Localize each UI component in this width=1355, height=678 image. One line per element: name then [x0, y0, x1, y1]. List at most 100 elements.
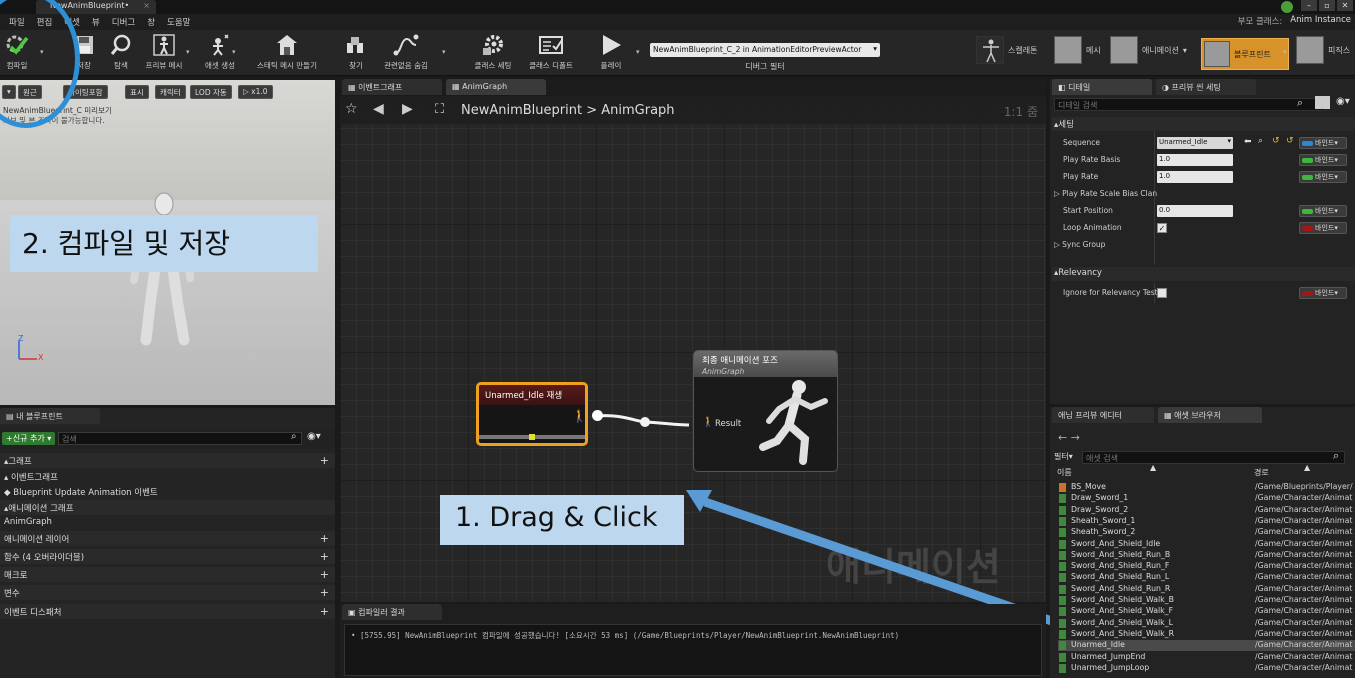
add-variable-icon[interactable]: + [320, 586, 329, 599]
play-rate-basis-input[interactable]: 1.0 [1157, 154, 1233, 166]
make-static-mesh-button[interactable]: 스태틱 메시 만들기 [252, 32, 322, 74]
pose-output-pin-icon[interactable]: 🚶 [572, 409, 587, 423]
section-animation-graphs[interactable]: ▴애니메이션 그래프 [0, 500, 335, 515]
mode-animation[interactable]: 애니메이션 ▾ [1110, 36, 1187, 64]
my-blueprint-search-input[interactable]: 검색 [58, 432, 302, 445]
add-macro-icon[interactable]: + [320, 568, 329, 581]
asset-list-item[interactable]: Sheath_Sword_2/Game/Character/Animat [1058, 527, 1355, 538]
play-rate-bind-button[interactable]: 바인드▾ [1299, 171, 1347, 183]
section-macros[interactable]: 매크로 + [0, 567, 335, 582]
property-matrix-icon[interactable] [1315, 96, 1330, 109]
tab-asset-browser[interactable]: ▦ 애셋 브라우저 [1158, 407, 1262, 423]
close-tab-icon[interactable]: × [143, 1, 150, 10]
asset-list-item[interactable]: Unarmed_Idle/Game/Character/Animat [1058, 640, 1355, 652]
tab-compiler-results[interactable]: ▣ 컴파일러 결과 [342, 604, 442, 620]
property-play-rate-scale-bias[interactable]: ▷ Play Rate Scale Bias Clan [1050, 186, 1355, 203]
section-animation-layers[interactable]: 애니메이션 레이어 + [0, 531, 335, 546]
asset-list-item[interactable]: Sword_And_Shield_Run_L/Game/Character/An… [1058, 572, 1355, 583]
ignore-relevancy-bind-button[interactable]: 바인드▾ [1299, 287, 1347, 299]
section-variables[interactable]: 변수 + [0, 585, 335, 600]
create-asset-dropdown[interactable]: ▾ [232, 48, 236, 56]
asset-list-item[interactable]: Sword_And_Shield_Walk_F/Game/Character/A… [1058, 606, 1355, 617]
play-button[interactable]: 플레이 [596, 32, 626, 74]
menu-view[interactable]: 뷰 [86, 16, 106, 28]
loop-animation-checkbox[interactable]: ✓ [1157, 223, 1167, 233]
asset-list-item[interactable]: Draw_Sword_2/Game/Character/Animat [1058, 505, 1355, 516]
parent-class-value[interactable]: Anim Instance [1290, 15, 1351, 27]
asset-list-item[interactable]: Unarmed_JumpEnd/Game/Character/Animat [1058, 652, 1355, 663]
mode-mesh[interactable]: 메시 [1054, 36, 1101, 64]
tab-event-graph[interactable]: ▦ 이벤트그래프 [342, 79, 442, 95]
tab-my-blueprint[interactable]: ▤ 내 블루프린트 [0, 408, 100, 424]
column-name-header[interactable]: 이름 [1057, 467, 1072, 478]
hide-unrelated-button[interactable]: 관련없음 숨김 [378, 32, 434, 74]
reset-default-icon-2[interactable]: ↺ [1286, 136, 1294, 146]
browse-asset-icon[interactable]: ⌕ [1258, 136, 1263, 146]
asset-list-item[interactable]: Unarmed_JumpLoop/Game/Character/Animat [1058, 663, 1355, 674]
section-event-dispatchers[interactable]: 이벤트 디스패처 + [0, 604, 335, 619]
play-options-dropdown[interactable]: ▾ [636, 48, 640, 56]
character-button[interactable]: 캐릭터 [155, 85, 186, 99]
asset-list-item[interactable]: Sheath_Sword_1/Game/Character/Animat [1058, 516, 1355, 527]
class-defaults-button[interactable]: 클래스 디폴트 [524, 32, 578, 74]
view-options-icon[interactable]: ◉▾ [307, 431, 321, 442]
source-control-icon[interactable] [1281, 1, 1293, 13]
mode-physics[interactable]: 피직스 [1296, 36, 1350, 64]
minimize-button[interactable]: – [1301, 0, 1317, 11]
add-layer-icon[interactable]: + [320, 532, 329, 545]
start-position-input[interactable]: 0.0 [1157, 205, 1233, 217]
asset-list-item[interactable]: Sword_And_Shield_Run_B/Game/Character/An… [1058, 550, 1355, 561]
play-rate-input[interactable]: 1.0 [1157, 171, 1233, 183]
tab-anim-preview-editor[interactable]: 애님 프리뷰 에디터 [1052, 407, 1154, 423]
playback-speed-button[interactable]: ▷ x1.0 [238, 85, 273, 99]
asset-list-item[interactable]: Sword_And_Shield_Walk_R/Game/Character/A… [1058, 629, 1355, 640]
section-graphs[interactable]: ▴그래프 + [0, 453, 335, 468]
list-item-animgraph[interactable]: AnimGraph [0, 515, 335, 530]
sequence-bind-button[interactable]: 바인드▾ [1299, 137, 1347, 149]
reset-default-icon[interactable]: ↺ [1272, 136, 1280, 146]
output-pin[interactable] [592, 410, 603, 421]
play-sequence-node[interactable]: Unarmed_Idle 재생 🚶 [476, 382, 588, 446]
asset-list-item[interactable]: Sword_And_Shield_Walk_L/Game/Character/A… [1058, 618, 1355, 629]
add-dispatcher-icon[interactable]: + [320, 605, 329, 618]
menu-debug[interactable]: 디버그 [106, 16, 141, 28]
view-options-icon[interactable]: ◉▾ [1336, 96, 1350, 107]
asset-list-item[interactable]: Sword_And_Shield_Run_F/Game/Character/An… [1058, 561, 1355, 572]
mode-skeleton[interactable]: 스켈레톤 [976, 36, 1037, 64]
ignore-relevancy-checkbox[interactable] [1157, 288, 1167, 298]
filter-dropdown[interactable]: 필터▾ [1054, 451, 1073, 462]
tab-details[interactable]: ◧ 디테일 [1052, 79, 1152, 95]
sequence-asset-picker[interactable]: Unarmed_Idle ▾ [1157, 137, 1233, 149]
show-button[interactable]: 표시 [125, 85, 149, 99]
back-arrow-icon[interactable]: ← [1058, 431, 1067, 444]
play-rate-basis-bind-button[interactable]: 바인드▾ [1299, 154, 1347, 166]
asset-list-item[interactable]: BS_Move/Game/Blueprints/Player/ [1058, 482, 1355, 493]
anim-graph-canvas[interactable]: ☆ ◀ ▶ ⛶ NewAnimBlueprint > AnimGraph 1:1… [340, 96, 1046, 602]
mode-blueprint[interactable]: 블루프린트 [1201, 38, 1289, 70]
asset-list-item[interactable]: Draw_Sword_1/Game/Character/Animat [1058, 493, 1355, 504]
loop-animation-bind-button[interactable]: 바인드▾ [1299, 222, 1347, 234]
forward-arrow-icon[interactable]: → [1071, 431, 1080, 444]
start-position-bind-button[interactable]: 바인드▾ [1299, 205, 1347, 217]
hide-unrelated-dropdown[interactable]: ▾ [442, 48, 446, 56]
section-functions[interactable]: 함수 (4 오버라이더블) + [0, 549, 335, 564]
add-function-icon[interactable]: + [320, 550, 329, 563]
maximize-button[interactable]: ▫ [1319, 0, 1335, 11]
asset-list-item[interactable]: Sword_And_Shield_Run_R/Game/Character/An… [1058, 584, 1355, 595]
result-pin-icon[interactable]: 🚶 [702, 417, 714, 428]
asset-list-item[interactable]: Sword_And_Shield_Idle/Game/Character/Ani… [1058, 539, 1355, 550]
property-sync-group[interactable]: ▷ Sync Group [1050, 237, 1355, 254]
preview-viewport[interactable]: ▾ 원근 라이팅포함 표시 캐릭터 LOD 자동 ▷ x1.0 NewAnimB… [0, 80, 335, 405]
use-selected-arrow-icon[interactable]: ⬅ [1244, 137, 1252, 147]
close-window-button[interactable]: ✕ [1337, 0, 1353, 11]
class-settings-button[interactable]: 클래스 세팅 [468, 32, 518, 74]
category-settings[interactable]: ▴세팅 [1052, 117, 1355, 131]
preview-mesh-button[interactable]: 프리뷰 메시 [142, 32, 186, 74]
asset-list-item[interactable]: Sword_And_Shield_Walk_B/Game/Character/A… [1058, 595, 1355, 606]
tab-preview-scene-settings[interactable]: ◑ 프리뷰 씬 세팅 [1156, 79, 1256, 95]
add-new-button[interactable]: +신규 추가 ▾ [2, 432, 56, 445]
list-item-event-graph[interactable]: ▴ 이벤트그래프 [0, 469, 335, 484]
column-path-header[interactable]: 경로 [1254, 467, 1269, 478]
list-item-update-animation-event[interactable]: ◆ Blueprint Update Animation 이벤트 [0, 484, 335, 499]
details-search-input[interactable]: 디테일 검색 [1054, 98, 1326, 111]
